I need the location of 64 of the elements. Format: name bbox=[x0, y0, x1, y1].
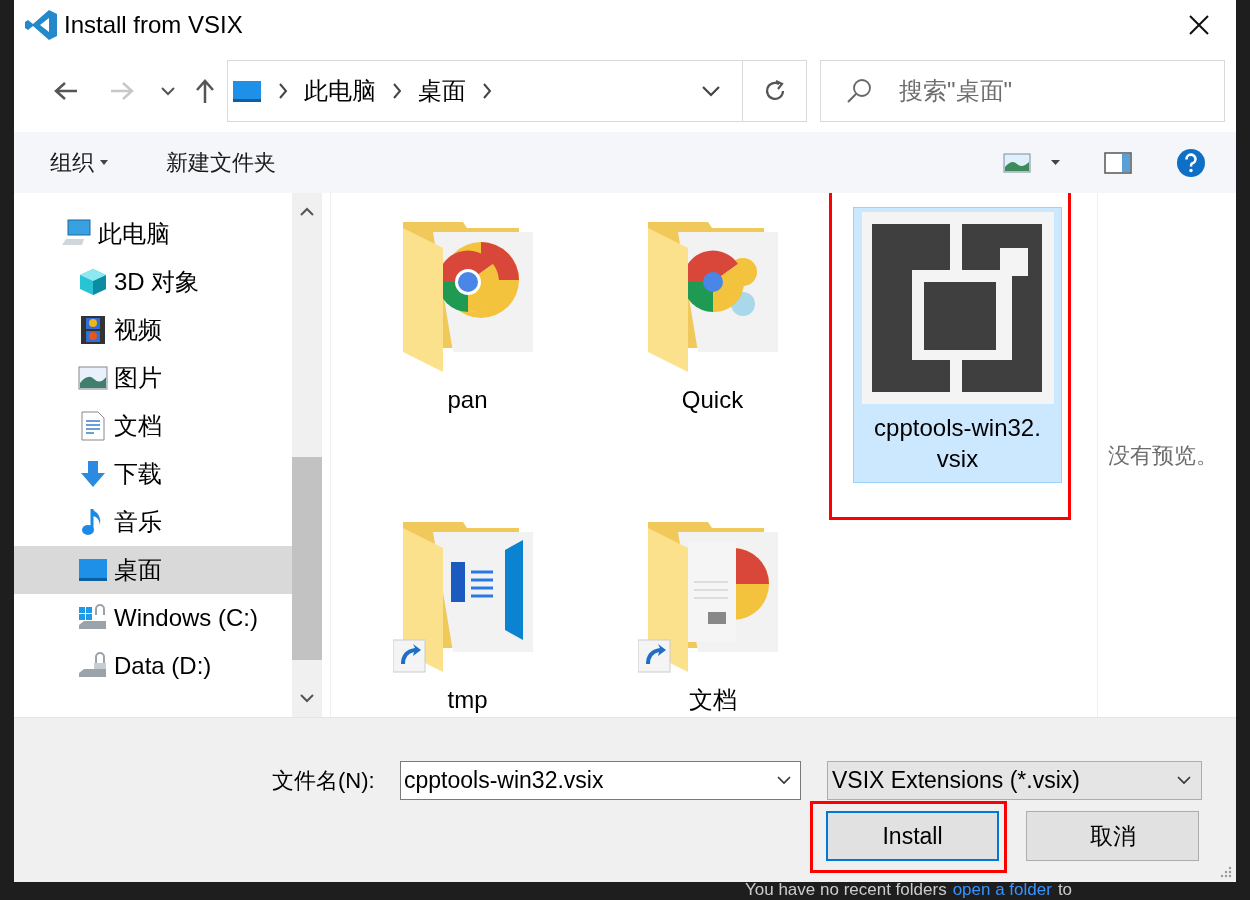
file-item[interactable]: cpptools-win32.vsix bbox=[853, 207, 1062, 483]
filename-field[interactable]: cpptools-win32.vsix bbox=[400, 761, 801, 800]
file-icon bbox=[861, 212, 1054, 404]
pane-icon bbox=[1104, 151, 1132, 174]
sidebar-item[interactable]: 图片 bbox=[14, 354, 292, 402]
empty-state-text: to bbox=[1057, 880, 1073, 900]
sidebar-item[interactable]: Windows (C:) bbox=[14, 594, 292, 642]
sidebar-item[interactable]: 文档 bbox=[14, 402, 292, 450]
scroll-up-icon bbox=[300, 207, 314, 216]
view-options-button[interactable] bbox=[1003, 152, 1060, 173]
sidebar-item[interactable]: 桌面 bbox=[14, 546, 292, 594]
help-icon bbox=[1176, 147, 1206, 178]
forward-arrow-icon bbox=[108, 80, 135, 102]
scrollbar[interactable] bbox=[292, 193, 322, 717]
file-item[interactable]: Quick bbox=[608, 207, 817, 424]
resize-grip-icon bbox=[1220, 866, 1232, 878]
chevron-icon bbox=[277, 82, 288, 100]
search-field[interactable]: 搜索"桌面" bbox=[820, 60, 1225, 122]
sidebar-item[interactable]: 此电脑 bbox=[14, 210, 292, 258]
help-button[interactable] bbox=[1176, 147, 1206, 178]
caret-icon bbox=[160, 86, 175, 96]
cancel-button[interactable]: 取消 bbox=[1026, 811, 1199, 861]
preview-message: 没有预览。 bbox=[1108, 441, 1218, 470]
cube-icon bbox=[78, 267, 108, 297]
file-type-dropdown[interactable]: VSIX Extensions (*.vsix) bbox=[827, 761, 1202, 800]
caret-icon bbox=[100, 160, 108, 165]
image-icon bbox=[78, 363, 108, 393]
search-icon bbox=[846, 78, 872, 104]
download-arrow-icon bbox=[78, 459, 108, 489]
chevron-icon bbox=[481, 82, 492, 100]
chevron-icon bbox=[391, 82, 402, 100]
document-icon bbox=[78, 411, 108, 441]
file-item[interactable]: tmp bbox=[363, 507, 572, 717]
close-icon bbox=[1188, 14, 1210, 36]
sidebar-item[interactable]: 下载 bbox=[14, 450, 292, 498]
sidebar-item[interactable]: Data (D:) bbox=[14, 642, 292, 690]
empty-state-text: You have no recent folders bbox=[745, 880, 947, 900]
open-folder-link[interactable]: open a folder bbox=[952, 880, 1052, 900]
breadcrumb-item[interactable]: 桌面 bbox=[417, 73, 466, 109]
scroll-down-icon bbox=[300, 694, 314, 703]
desktop-icon bbox=[231, 79, 262, 103]
install-button[interactable]: Install bbox=[826, 811, 999, 861]
breadcrumb-item[interactable]: 此电脑 bbox=[303, 73, 376, 109]
sidebar-item[interactable]: 3D 对象 bbox=[14, 258, 292, 306]
organize-menu-button[interactable]: 组织 bbox=[48, 146, 110, 179]
file-item[interactable]: 文档 bbox=[608, 507, 817, 717]
sidebar-item[interactable]: 音乐 bbox=[14, 498, 292, 546]
caret-icon bbox=[1051, 160, 1060, 165]
preview-pane-button[interactable] bbox=[1104, 151, 1132, 174]
toolbar-button[interactable]: 新建文件夹 bbox=[164, 146, 278, 179]
filename-label: 文件名(N): bbox=[272, 767, 376, 795]
landscape-icon bbox=[1003, 152, 1031, 173]
up-arrow-icon bbox=[193, 78, 216, 104]
back-arrow-icon bbox=[52, 80, 79, 102]
caret-icon bbox=[777, 776, 791, 785]
caret-icon bbox=[702, 85, 720, 97]
address-bar[interactable]: 此电脑 桌面 bbox=[226, 60, 807, 122]
file-item[interactable]: pan bbox=[363, 207, 572, 424]
film-icon bbox=[78, 315, 108, 345]
scrollbar-thumb[interactable] bbox=[292, 457, 322, 660]
window-title: Install from VSIX bbox=[64, 10, 243, 40]
app-logo-icon bbox=[24, 8, 58, 42]
sidebar-item[interactable]: 视频 bbox=[14, 306, 292, 354]
caret-icon bbox=[1177, 776, 1191, 785]
